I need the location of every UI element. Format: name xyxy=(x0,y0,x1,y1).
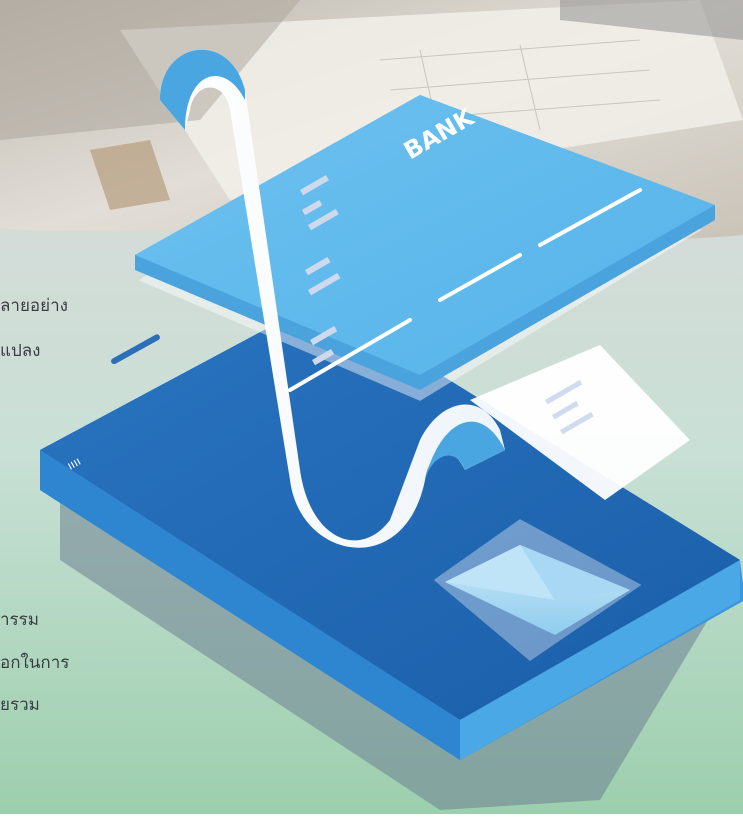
body-text-line: ยรวม xyxy=(0,695,40,715)
body-text-line: อกในการ xyxy=(0,653,70,673)
body-text-line: ารรม xyxy=(0,610,40,630)
body-text-line: แปลง xyxy=(0,341,41,361)
illustration-scene: ıııı BANK ลายอย่าง แปลง ารรม อกในการ ยรว… xyxy=(0,0,743,814)
body-text-line: ลายอย่าง xyxy=(0,296,68,316)
